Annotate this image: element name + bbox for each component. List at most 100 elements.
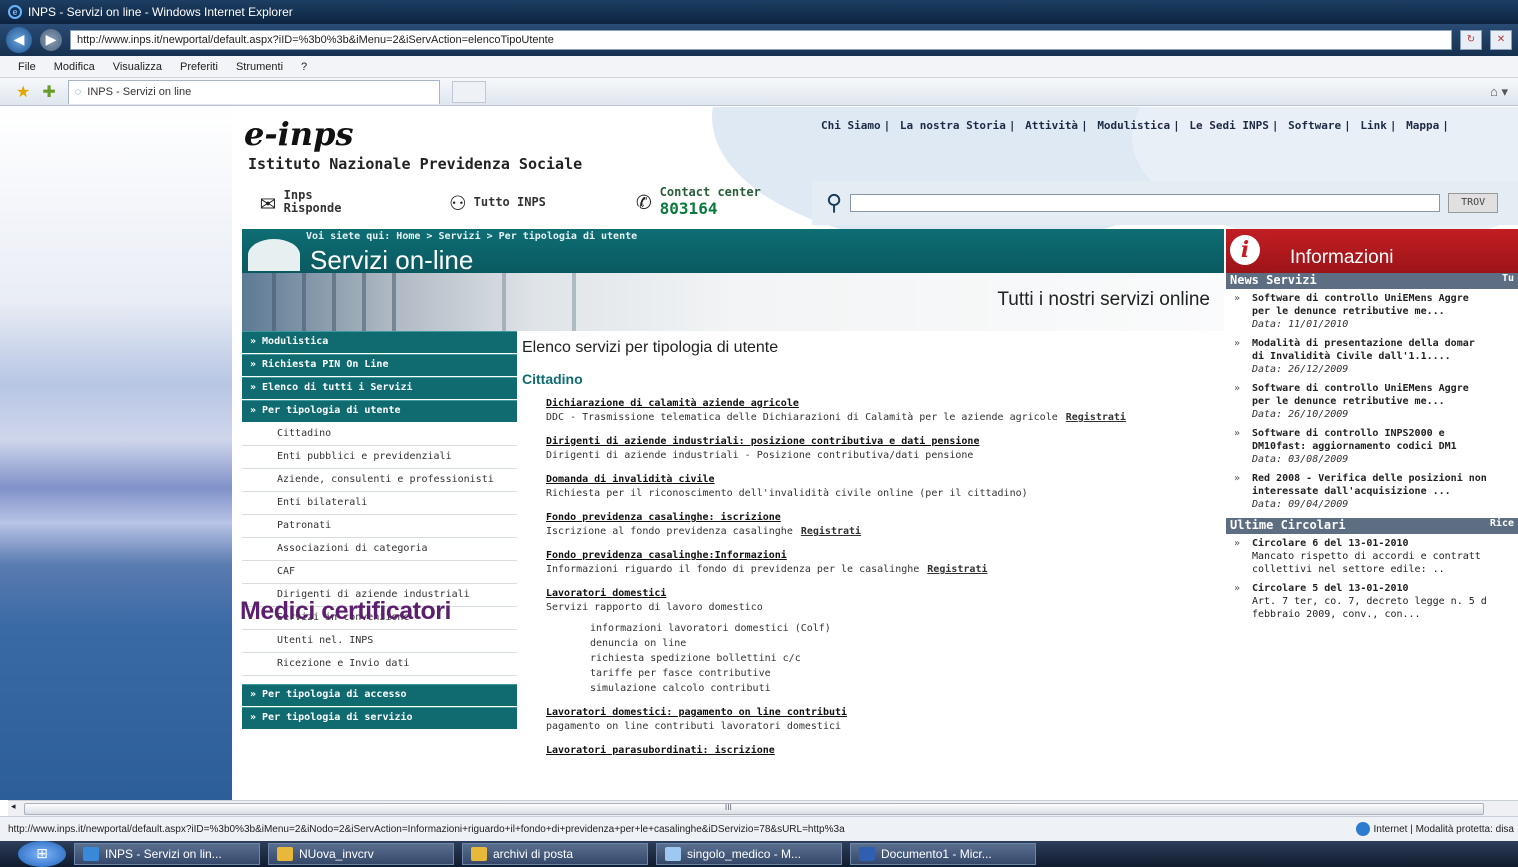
url-field[interactable]: http://www.inps.it/newportal/default.asp… bbox=[70, 30, 1452, 50]
nav-chi-siamo[interactable]: Chi Siamo bbox=[821, 119, 881, 132]
service-title-link[interactable]: Domanda di invalidità civile bbox=[546, 473, 1222, 487]
status-zone: Internet | Modalità protetta: disa bbox=[1355, 822, 1514, 836]
contact-center-link[interactable]: ✆ Contact center 803164 bbox=[636, 185, 761, 218]
nav-link[interactable]: Link bbox=[1360, 119, 1387, 132]
service-title-link[interactable]: Lavoratori parasubordinati: iscrizione bbox=[546, 744, 1222, 758]
nav-aziende[interactable]: Aziende, consulenti e professionisti bbox=[242, 469, 517, 492]
start-button[interactable]: ⊞ bbox=[18, 841, 66, 867]
news-more-link[interactable]: Tu bbox=[1502, 273, 1514, 289]
menu-visualizza[interactable]: Visualizza bbox=[113, 61, 162, 73]
home-icon[interactable]: ⌂ ▾ bbox=[1490, 84, 1508, 100]
registrati-link[interactable]: Registrati bbox=[801, 526, 861, 537]
search-input[interactable] bbox=[850, 194, 1441, 212]
nav-attivita[interactable]: Attività bbox=[1025, 119, 1078, 132]
tab-inps[interactable]: ◌ INPS - Servizi on line bbox=[67, 79, 440, 104]
inps-logo[interactable]: e-inps bbox=[244, 115, 353, 153]
taskbar-item-ie[interactable]: INPS - Servizi on lin... bbox=[74, 843, 260, 865]
back-button[interactable]: ◀ bbox=[6, 27, 32, 53]
stop-button[interactable]: ✕ bbox=[1490, 30, 1512, 50]
taskbar-item-archivi[interactable]: archivi di posta bbox=[462, 843, 648, 865]
left-navigation: » Modulistica » Richiesta PIN On Line » … bbox=[242, 331, 517, 730]
institute-name: Istituto Nazionale Previdenza Sociale bbox=[248, 155, 583, 173]
refresh-button[interactable]: ↻ bbox=[1460, 30, 1482, 50]
circolare-item[interactable]: Circolare 6 del 13-01-2010Mancato rispet… bbox=[1226, 534, 1518, 579]
scroll-left-arrow[interactable]: ◂ bbox=[11, 802, 16, 812]
service-desc: Dirigenti di aziende industriali - Posiz… bbox=[546, 450, 974, 461]
inps-risponde-link[interactable]: ✉ Inps Risponde bbox=[260, 187, 354, 217]
menu-strumenti[interactable]: Strumenti bbox=[236, 61, 283, 73]
nav-utenti-inps[interactable]: Utenti nel. INPS bbox=[242, 630, 517, 653]
nav-richiesta-pin[interactable]: » Richiesta PIN On Line bbox=[242, 354, 517, 376]
nav-tipologia-accesso[interactable]: » Per tipologia di accesso bbox=[242, 684, 517, 706]
service-title-link[interactable]: Lavoratori domestici: pagamento on line … bbox=[546, 706, 1222, 720]
circolare-item[interactable]: Circolare 5 del 13-01-2010Art. 7 ter, co… bbox=[1226, 579, 1518, 624]
search-button[interactable]: TROV bbox=[1448, 193, 1499, 213]
nav-enti-pubblici[interactable]: Enti pubblici e previdenziali bbox=[242, 446, 517, 469]
service-subitem[interactable]: informazioni lavoratori domestici (Colf) bbox=[590, 621, 1222, 636]
ie-logo-icon: e bbox=[8, 5, 22, 19]
menu-help[interactable]: ? bbox=[301, 61, 307, 73]
news-item[interactable]: Modalità di presentazione della domardi … bbox=[1226, 334, 1518, 379]
service-subitem[interactable]: tariffe per fasce contributive bbox=[590, 666, 1222, 681]
services-icon bbox=[248, 239, 300, 271]
news-item[interactable]: Red 2008 - Verifica delle posizioni noni… bbox=[1226, 469, 1518, 514]
circolari-more-link[interactable]: Rice bbox=[1490, 518, 1514, 534]
nav-elenco-servizi[interactable]: » Elenco di tutti i Servizi bbox=[242, 377, 517, 399]
service-item: Dirigenti di aziende industriali: posizi… bbox=[546, 435, 1222, 463]
info-header: i Informazioni bbox=[1226, 229, 1518, 273]
taskbar-item-medico[interactable]: singolo_medico - M... bbox=[656, 843, 842, 865]
nav-cittadino[interactable]: Cittadino bbox=[242, 423, 517, 446]
nav-caf[interactable]: CAF bbox=[242, 561, 517, 584]
news-item[interactable]: Software di controllo UniEMens Aggreper … bbox=[1226, 289, 1518, 334]
nav-associazioni[interactable]: Associazioni di categoria bbox=[242, 538, 517, 561]
service-title-link[interactable]: Dirigenti di aziende industriali: posizi… bbox=[546, 435, 1222, 449]
tutto-inps-link[interactable]: ⚇ Tutto INPS bbox=[450, 187, 546, 217]
nav-modulistica-left[interactable]: » Modulistica bbox=[242, 331, 517, 353]
taskbar-item-word[interactable]: Documento1 - Micr... bbox=[850, 843, 1036, 865]
service-title-link[interactable]: Lavoratori domestici bbox=[546, 587, 1222, 601]
service-subitem[interactable]: denuncia on line bbox=[590, 636, 1222, 651]
service-item: Lavoratori domestici Servizi rapporto di … bbox=[546, 587, 1222, 696]
service-item: Fondo previdenza casalinghe: iscrizione I… bbox=[546, 511, 1222, 539]
news-item[interactable]: Software di controllo UniEMens Aggreper … bbox=[1226, 379, 1518, 424]
nav-enti-bilaterali[interactable]: Enti bilaterali bbox=[242, 492, 517, 515]
service-sublist: informazioni lavoratori domestici (Colf)… bbox=[590, 621, 1222, 696]
nav-ricezione-dati[interactable]: Ricezione e Invio dati bbox=[242, 653, 517, 676]
breadcrumb[interactable]: Voi siete qui: Home > Servizi > Per tipo… bbox=[306, 231, 637, 242]
nav-sedi[interactable]: Le Sedi INPS bbox=[1189, 119, 1268, 132]
nav-mappa[interactable]: Mappa bbox=[1406, 119, 1439, 132]
news-item[interactable]: Software di controllo INPS2000 eDM10fast… bbox=[1226, 424, 1518, 469]
service-desc: pagamento on line contributi lavoratori … bbox=[546, 721, 842, 732]
favorites-star-icon[interactable]: ★ bbox=[16, 82, 30, 102]
service-title-link[interactable]: Dichiarazione di calamità aziende agrico… bbox=[546, 397, 1222, 411]
app-icon bbox=[665, 847, 681, 861]
horizontal-scrollbar[interactable]: ◂ III bbox=[8, 800, 1518, 816]
add-favorites-icon[interactable]: ✚ bbox=[42, 82, 55, 102]
service-item: Dichiarazione di calamità aziende agrico… bbox=[546, 397, 1222, 425]
services-header: Voi siete qui: Home > Servizi > Per tipo… bbox=[242, 229, 1224, 275]
scrollbar-thumb[interactable]: III bbox=[24, 803, 1484, 815]
tab-bar: ★ ✚ ◌ INPS - Servizi on line ⌂ ▾ bbox=[0, 78, 1518, 106]
service-item: Lavoratori domestici: pagamento on line … bbox=[546, 706, 1222, 734]
registrati-link[interactable]: Registrati bbox=[927, 564, 987, 575]
menu-modifica[interactable]: Modifica bbox=[54, 61, 95, 73]
forward-button[interactable]: ▶ bbox=[40, 29, 62, 51]
nav-patronati[interactable]: Patronati bbox=[242, 515, 517, 538]
service-title-link[interactable]: Fondo previdenza casalinghe:Informazioni bbox=[546, 549, 1222, 563]
news-section-header: News Servizi Tu bbox=[1226, 273, 1518, 289]
nav-tipologia-utente[interactable]: » Per tipologia di utente bbox=[242, 400, 517, 422]
nav-tipologia-servizio[interactable]: » Per tipologia di servizio bbox=[242, 707, 517, 729]
new-tab-button[interactable] bbox=[451, 80, 486, 103]
service-subitem[interactable]: simulazione calcolo contributi bbox=[590, 681, 1222, 696]
nav-storia[interactable]: La nostra Storia bbox=[900, 119, 1006, 132]
taskbar-item-folder[interactable]: NUova_invcrv bbox=[268, 843, 454, 865]
service-title-link[interactable]: Fondo previdenza casalinghe: iscrizione bbox=[546, 511, 1222, 525]
registrati-link[interactable]: Registrati bbox=[1066, 412, 1126, 423]
service-subitem[interactable]: richiesta spedizione bollettini c/c bbox=[590, 651, 1222, 666]
folder-icon bbox=[471, 847, 487, 861]
service-item: Fondo previdenza casalinghe:Informazioni… bbox=[546, 549, 1222, 577]
nav-software[interactable]: Software bbox=[1288, 119, 1341, 132]
nav-modulistica[interactable]: Modulistica bbox=[1097, 119, 1170, 132]
menu-file[interactable]: File bbox=[18, 61, 36, 73]
menu-preferiti[interactable]: Preferiti bbox=[180, 61, 218, 73]
